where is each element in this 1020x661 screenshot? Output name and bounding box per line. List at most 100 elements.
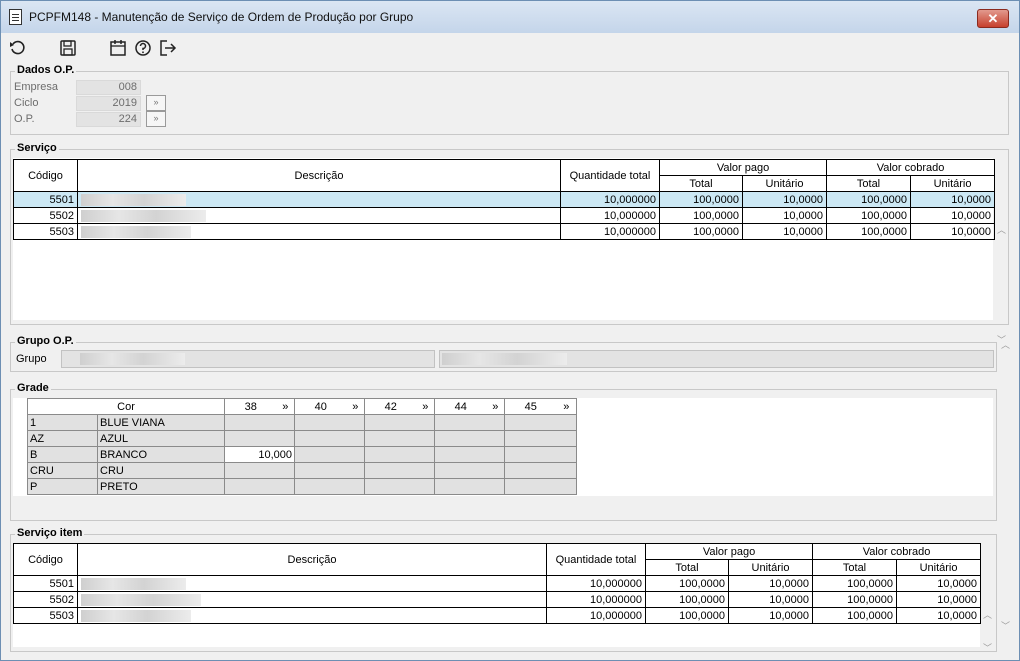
col-header-valor-cobrado: Valor cobrado xyxy=(826,159,996,176)
cell-pago-total: 100,0000 xyxy=(645,575,729,592)
size-expand-button[interactable]: » xyxy=(486,398,506,415)
grade-group: Grade Cor 38 » 40 » 42 » 44 » 45 » 1 BLU… xyxy=(10,382,997,521)
col-header-pago-total[interactable]: Total xyxy=(659,175,743,192)
col-header-descricao[interactable]: Descrição xyxy=(77,159,561,192)
table-row[interactable]: 5501 10,000000 100,0000 10,0000 100,0000… xyxy=(13,575,982,592)
undo-icon[interactable] xyxy=(9,39,29,59)
grade-cell-value[interactable] xyxy=(294,414,366,431)
grade-cell-value[interactable] xyxy=(224,462,296,479)
grade-cell-code: P xyxy=(27,478,98,495)
grade-cell-value[interactable] xyxy=(434,430,506,447)
dados-op-group: Dados O.P. Empresa 008 Ciclo 2019 » O.P.… xyxy=(10,64,1009,135)
col-header-codigo[interactable]: Código xyxy=(13,159,78,192)
cell-pago-unitario: 10,0000 xyxy=(741,191,828,208)
col-header-cobrado-total[interactable]: Total xyxy=(826,175,912,192)
grade-cell-value[interactable] xyxy=(224,430,296,447)
grade-cell-value[interactable] xyxy=(504,414,578,431)
grupo-code-field[interactable] xyxy=(61,350,435,368)
grade-row[interactable]: B BRANCO 10,000 xyxy=(27,446,578,463)
col-header-pago-total[interactable]: Total xyxy=(645,559,729,576)
grade-cell-value[interactable] xyxy=(434,478,506,495)
grade-col-header-size[interactable]: 45 xyxy=(504,398,557,415)
grade-cell-value[interactable] xyxy=(224,478,296,495)
grade-cell-value[interactable] xyxy=(294,478,366,495)
col-header-cobrado-total[interactable]: Total xyxy=(812,559,898,576)
grade-cell-value[interactable] xyxy=(504,430,578,447)
cell-pago-total: 100,0000 xyxy=(659,191,743,208)
grade-cell-value[interactable] xyxy=(364,414,436,431)
cell-cobrado-unitario: 10,0000 xyxy=(896,575,982,592)
cell-quantidade: 10,000000 xyxy=(546,591,646,608)
col-header-valor-pago: Valor pago xyxy=(658,159,828,176)
col-header-pago-unitario[interactable]: Unitário xyxy=(727,559,814,576)
grade-cell-value[interactable] xyxy=(294,462,366,479)
col-header-quantidade[interactable]: Quantidade total xyxy=(560,159,660,192)
grade-cell-value[interactable] xyxy=(294,430,366,447)
grade-row[interactable]: P PRETO xyxy=(27,478,578,495)
size-expand-button[interactable]: » xyxy=(556,398,578,415)
size-expand-button[interactable]: » xyxy=(416,398,436,415)
size-expand-button[interactable]: » xyxy=(276,398,296,415)
size-expand-button[interactable]: » xyxy=(346,398,366,415)
group-label-dados-op: Dados O.P. xyxy=(15,64,77,76)
grupo-description-field[interactable] xyxy=(439,350,994,368)
grade-cell-color: CRU xyxy=(96,462,226,479)
col-header-pago-unitario[interactable]: Unitário xyxy=(741,175,828,192)
table-row[interactable]: 5502 10,000000 100,0000 10,0000 100,0000… xyxy=(13,591,982,608)
cell-pago-unitario: 10,0000 xyxy=(727,607,814,624)
table-row[interactable]: 5503 10,000000 100,0000 10,0000 100,0000… xyxy=(13,223,996,240)
table-row[interactable]: 5503 10,000000 100,0000 10,0000 100,0000… xyxy=(13,607,982,624)
save-icon[interactable] xyxy=(59,39,79,59)
grade-col-header-cor[interactable]: Cor xyxy=(26,398,226,415)
scroll-down-icon[interactable]: ﹀ xyxy=(983,641,992,654)
cell-codigo: 5502 xyxy=(13,207,78,224)
grade-cell-value[interactable] xyxy=(364,462,436,479)
grade-cell-value[interactable] xyxy=(364,430,436,447)
grade-col-header-size[interactable]: 44 xyxy=(434,398,487,415)
cell-quantidade: 10,000000 xyxy=(560,223,660,240)
servico-item-group: Serviço item Código Descrição Quantidade… xyxy=(10,527,997,654)
empresa-label: Empresa xyxy=(14,81,59,93)
scroll-up-icon[interactable]: ︿ xyxy=(983,608,992,621)
grade-col-header-size[interactable]: 40 xyxy=(294,398,347,415)
grade-cell-editing[interactable]: 10,000 xyxy=(224,446,296,463)
grade-cell-value[interactable] xyxy=(364,478,436,495)
grade-row[interactable]: AZ AZUL xyxy=(27,430,578,447)
grade-cell-value[interactable] xyxy=(364,446,436,463)
col-header-quantidade[interactable]: Quantidade total xyxy=(546,543,646,576)
help-icon[interactable] xyxy=(134,39,154,59)
grade-row[interactable]: CRU CRU xyxy=(27,462,578,479)
group-label-grupo-op: Grupo O.P. xyxy=(15,335,76,347)
grade-cell-value[interactable] xyxy=(434,446,506,463)
ciclo-field: 2019 xyxy=(76,96,141,111)
col-header-cobrado-unitario[interactable]: Unitário xyxy=(910,175,996,192)
outer-scroll-down-icon[interactable]: ﹀ xyxy=(1001,619,1010,632)
op-lookup-button[interactable]: » xyxy=(146,111,166,127)
col-header-codigo[interactable]: Código xyxy=(13,543,78,576)
col-header-descricao[interactable]: Descrição xyxy=(77,543,547,576)
cell-cobrado-unitario: 10,0000 xyxy=(896,591,982,608)
grade-cell-value[interactable] xyxy=(294,446,366,463)
grade-cell-value[interactable] xyxy=(504,446,578,463)
calendar-icon[interactable] xyxy=(109,39,129,59)
table-row[interactable]: 5502 10,000000 100,0000 10,0000 100,0000… xyxy=(13,207,996,224)
close-button[interactable]: ✕ xyxy=(977,9,1009,28)
grade-cell-value[interactable] xyxy=(434,414,506,431)
grade-cell-value[interactable] xyxy=(434,462,506,479)
cell-descricao-redacted xyxy=(77,223,561,240)
scroll-up-icon[interactable]: ︿ xyxy=(997,223,1006,236)
grade-col-header-size[interactable]: 38 xyxy=(224,398,277,415)
grupo-scroll-up-icon[interactable]: ︿ xyxy=(1001,338,1010,351)
table-row[interactable]: 5501 10,000000 100,0000 10,0000 100,0000… xyxy=(13,191,996,208)
grade-cell-value[interactable] xyxy=(504,478,578,495)
cell-pago-total: 100,0000 xyxy=(645,607,729,624)
ciclo-lookup-button[interactable]: » xyxy=(146,95,166,111)
exit-icon[interactable] xyxy=(159,39,179,59)
grade-cell-value[interactable] xyxy=(504,462,578,479)
grade-cell-value[interactable] xyxy=(224,414,296,431)
cell-codigo: 5501 xyxy=(13,575,78,592)
empresa-field: 008 xyxy=(76,80,141,95)
col-header-cobrado-unitario[interactable]: Unitário xyxy=(896,559,982,576)
grade-col-header-size[interactable]: 42 xyxy=(364,398,417,415)
grade-row[interactable]: 1 BLUE VIANA xyxy=(27,414,578,431)
